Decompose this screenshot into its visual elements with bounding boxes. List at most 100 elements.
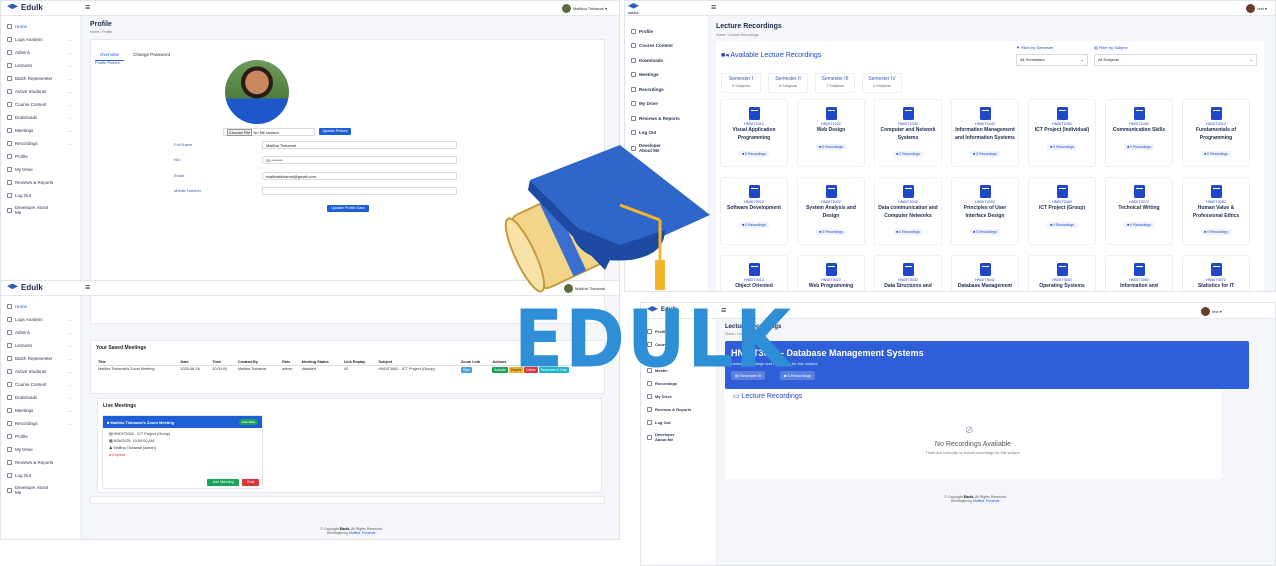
breadcrumb[interactable]: Home / Lecture Recordings	[716, 33, 759, 37]
subject-card[interactable]: HNDIT1052 ICT Project (Individual) ■ 0 Rec…	[1028, 99, 1096, 167]
subject-banner: HNDIT3042 - Database Management Systems …	[725, 341, 1249, 389]
semester-tab-4[interactable]: Semester IV 0 Subjects	[862, 73, 902, 93]
sidebar-item-course-content[interactable]: Course Content	[625, 39, 708, 54]
zoom-start-button[interactable]: Start	[460, 367, 472, 373]
sidebar-item-meetings[interactable]: Meetings ⌄	[1, 124, 80, 137]
menu-toggle-icon[interactable]: ≡	[85, 282, 90, 292]
sidebar: Home Logs Analysis ⌄ Admins ⌄ Lectures ⌄ Batch …	[1, 296, 81, 539]
sidebar-item-logs-analysis[interactable]: Logs Analysis ⌄	[1, 313, 80, 326]
sidebar-item-reviews-reports[interactable]: Reviews & Reports	[641, 403, 716, 416]
subject-card[interactable]: HNDIT1062 Communication Skills ■ 0 Recordi…	[1105, 99, 1173, 167]
sidebar-item-profile[interactable]: Profile	[1, 430, 80, 443]
subject-card[interactable]: HNDIT1032 Computer and Network Systems ■ 0…	[874, 99, 942, 167]
semester-select[interactable]: All Semesters ⌄	[1016, 54, 1088, 66]
semester-tab-2[interactable]: Semester II 6 Subjects	[768, 73, 808, 93]
sidebar-item-my-drive[interactable]: My Drive	[1, 163, 80, 176]
subject-card[interactable]: HNDIT3012 Object Oriented	[720, 255, 788, 291]
subject-card[interactable]: HNDIT1042 Information Management and Info…	[951, 99, 1019, 167]
sidebar-item-meetings[interactable]: Meetings ⌄	[1, 404, 80, 417]
sidebar-item-profile[interactable]: Profile	[1, 150, 80, 163]
subject-card[interactable]: HNDIT2042 Data communication and Computer…	[874, 177, 942, 245]
brand-logo[interactable]: Edulk	[7, 283, 43, 292]
menu-toggle-icon[interactable]: ≡	[711, 2, 716, 12]
tab-change-password[interactable]: Change Password	[128, 49, 175, 60]
sidebar-item-reviews-reports[interactable]: Reviews & Reports	[1, 456, 80, 469]
sidebar-item-lectures[interactable]: Lectures ⌄	[1, 339, 80, 352]
sidebar-item-log-out[interactable]: Log Out	[1, 469, 80, 482]
sidebar-item-reviews-reports[interactable]: Reviews & Reports	[1, 176, 80, 189]
brand-logo[interactable]: EDULK	[628, 3, 639, 15]
subject-card[interactable]: HNDIT1012 Visual Application Programming ■…	[720, 99, 788, 167]
subject-card[interactable]: HNDIT3032 Data Structures and	[874, 255, 942, 291]
end-meeting-button[interactable]: End	[242, 479, 259, 486]
nic-field[interactable]: 20 *******	[262, 156, 457, 164]
sidebar-item-recordings[interactable]: Recordings ⌄	[1, 137, 80, 150]
sidebar-item-my-drive[interactable]: My Drive	[625, 97, 708, 112]
subject-card[interactable]: HNDIT2072 Technical Writing ■ 0 Recordings	[1105, 177, 1173, 245]
subject-card[interactable]: HNDIT2082 Human Value & Professional Ethi…	[1182, 177, 1250, 245]
chevron-down-icon: ⌄	[68, 102, 72, 107]
sidebar-item-course-content[interactable]: Course Content ⌄	[1, 378, 80, 391]
sidebar-item-home[interactable]: Home	[1, 300, 80, 313]
subject-card[interactable]: HNDIT2052 Principles of User Interface De…	[951, 177, 1019, 245]
update-profile-button[interactable]: Update Profile Data	[327, 205, 369, 212]
sidebar-item-admins[interactable]: Admins ⌄	[1, 326, 80, 339]
sidebar-item-profile[interactable]: Profile	[625, 24, 708, 39]
sidebar-item-developer-about-me[interactable]: Developer About Me	[641, 429, 716, 445]
sidebar-item-log-out[interactable]: Log Out	[641, 416, 716, 429]
sidebar-item-developer-about-me[interactable]: Developer About Me	[1, 482, 80, 498]
subject-select[interactable]: All Subjects ⌄	[1094, 54, 1257, 66]
full-name-field[interactable]: Malitha Tishamal	[262, 141, 457, 149]
sidebar-item-downloads[interactable]: Downloads ⌄	[1, 391, 80, 404]
sidebar-item-developer-about-me[interactable]: Developer About Me	[1, 202, 80, 218]
drive-icon	[7, 167, 12, 172]
sidebar-item-reviews-reports[interactable]: Reviews & Reports	[625, 111, 708, 126]
sidebar-item-recordings[interactable]: Recordings	[625, 82, 708, 97]
email-field[interactable]: malithatishamal@gmail.com	[262, 172, 457, 180]
subject-card[interactable]: HNDIT3022 Web Programming	[797, 255, 865, 291]
chevron-down-icon: ⌄	[68, 128, 72, 133]
sidebar-item-logs-analysis[interactable]: Logs Analysis ⌄	[1, 33, 80, 46]
subject-card[interactable]: HNDIT2022 Software Development ■ 0 Recordi…	[720, 177, 788, 245]
sidebar-item-active-students[interactable]: Active Students ⌄	[1, 85, 80, 98]
course-icon	[7, 382, 12, 387]
breadcrumb[interactable]: Home / Profile	[90, 30, 112, 34]
update-picture-button[interactable]: Update Picture	[319, 128, 351, 135]
subject-card[interactable]: HNDIT2012 Fundamentals of Programming ■ 0 …	[1182, 99, 1250, 167]
sidebar-item-batch-representer[interactable]: Batch Representer ⌄	[1, 352, 80, 365]
join-meeting-button[interactable]: Join Meeting	[207, 479, 239, 486]
subject-card[interactable]: HNDIT3042 Database Management	[951, 255, 1019, 291]
menu-toggle-icon[interactable]: ≡	[85, 2, 90, 12]
sidebar-item-downloads[interactable]: Downloads	[625, 53, 708, 68]
semester-tab-3[interactable]: Semester III 7 Subjects	[815, 73, 855, 93]
batch-icon	[7, 356, 12, 361]
sidebar-item-home[interactable]: Home	[1, 20, 80, 33]
user-menu[interactable]: test ▾	[1201, 307, 1222, 316]
sidebar-item-my-drive[interactable]: My Drive	[1, 443, 80, 456]
sidebar-item-recordings[interactable]: Recordings ⌄	[1, 417, 80, 430]
semester-tab-1[interactable]: Semester I6 Subjects	[721, 73, 761, 93]
section-title: ■◂ Available Lecture Recordings	[721, 52, 822, 59]
recordings-icon	[7, 421, 12, 426]
subject-card[interactable]: HNDIT3052 Operating Systems	[1028, 255, 1096, 291]
sidebar-item-active-students[interactable]: Active Students ⌄	[1, 365, 80, 378]
mobile-number-field[interactable]	[262, 187, 457, 195]
sidebar-item-lectures[interactable]: Lectures ⌄	[1, 59, 80, 72]
sidebar-item-log-out[interactable]: Log Out	[1, 189, 80, 202]
user-menu[interactable]: Maliitha Tishamal ▾	[561, 4, 607, 13]
file-input[interactable]: Choose File No file chosen	[223, 128, 315, 136]
subject-card[interactable]: HNDIT2062 ICT Project (Group) ■ 0 Recordin…	[1028, 177, 1096, 245]
sidebar-item-downloads[interactable]: Downloads ⌄	[1, 111, 80, 124]
subject-card[interactable]: HNDIT2032 System Analysis and Design ■ 0 R…	[797, 177, 865, 245]
user-menu[interactable]: test ▾	[1246, 4, 1267, 13]
brand-logo[interactable]: Edulk	[7, 3, 43, 12]
sidebar-item-my-drive[interactable]: My Drive	[641, 390, 716, 403]
sidebar-item-batch-representer[interactable]: Batch Representer ⌄	[1, 72, 80, 85]
subject-card[interactable]: HNDIT3062 Information and	[1105, 255, 1173, 291]
subject-card[interactable]: HNDIT3072 Statistics for IT	[1182, 255, 1250, 291]
sidebar-item-admins[interactable]: Admins ⌄	[1, 46, 80, 59]
sidebar-item-course-content[interactable]: Course Content ⌄	[1, 98, 80, 111]
recordings-count-badge: ■ 0 Recordings	[970, 229, 1000, 235]
sidebar-item-meetings[interactable]: Meetings	[625, 68, 708, 83]
subject-card[interactable]: HNDIT1022 Web Design ■ 0 Recordings	[797, 99, 865, 167]
